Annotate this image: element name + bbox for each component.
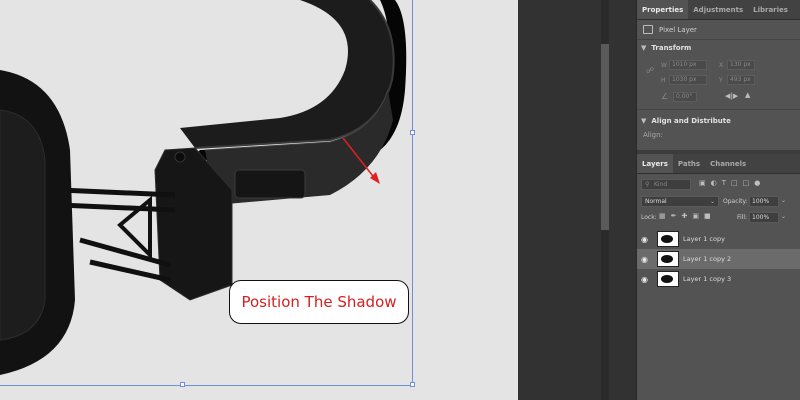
tab-layers[interactable]: Layers (637, 154, 673, 173)
flip-horizontal-icon[interactable]: ◀|▶ (725, 92, 738, 100)
chevron-down-icon[interactable]: ⌄ (781, 213, 786, 220)
blend-mode-select[interactable]: Normal ⌄ (641, 196, 719, 207)
opacity-value: 100% (752, 198, 770, 205)
y-label: Y (719, 77, 723, 84)
transform-handle-bottom-right[interactable] (410, 382, 415, 387)
transform-handle-bottom[interactable] (180, 382, 185, 387)
tab-properties[interactable]: Properties (637, 0, 689, 19)
visibility-eye-icon[interactable]: ◉ (641, 255, 648, 264)
divider (637, 109, 800, 110)
selection-bounds[interactable] (0, 0, 413, 386)
scrollbar-thumb[interactable] (601, 44, 609, 230)
search-icon: ⚲ (645, 181, 650, 188)
y-field[interactable]: 493 px (727, 75, 755, 85)
tab-paths[interactable]: Paths (673, 154, 705, 173)
layer-thumbnail (657, 251, 679, 267)
w-label: W (661, 62, 667, 69)
tab-channels[interactable]: Channels (705, 154, 751, 173)
transform-header[interactable]: ▼ Transform (641, 44, 691, 52)
lock-label: Lock: (641, 214, 657, 221)
layer-type-label: Pixel Layer (659, 25, 697, 34)
lock-artboard-icon[interactable]: ▣ (692, 212, 699, 220)
chevron-down-icon: ⌄ (709, 198, 715, 205)
opacity-field[interactable]: 100% (749, 196, 779, 207)
x-field[interactable]: 130 px (727, 60, 755, 70)
transform-title: Transform (651, 44, 692, 52)
type-filter-icon[interactable]: T (722, 179, 726, 187)
annotation-text: Position The Shadow (241, 293, 397, 311)
shape-filter-icon[interactable]: □ (731, 179, 738, 187)
layer-row[interactable]: ◉ Layer 1 copy 2 (637, 249, 800, 269)
image-filter-icon[interactable]: ▣ (699, 179, 706, 187)
flip-vertical-icon[interactable]: ▲ (745, 91, 750, 99)
properties-tabs: Properties Adjustments Libraries (637, 0, 800, 20)
lock-brush-icon[interactable]: ✒ (671, 212, 677, 220)
filter-icons: ▣ ◐ T □ □ ● (699, 179, 760, 187)
link-icon[interactable]: ☍ (646, 66, 654, 75)
layer-type-row: Pixel Layer (643, 25, 697, 34)
layer-name[interactable]: Layer 1 copy (683, 235, 725, 243)
h-label: H (661, 77, 666, 84)
fill-value: 100% (752, 214, 770, 221)
lock-transparency-icon[interactable]: ▦ (659, 212, 666, 220)
align-header[interactable]: ▼ Align and Distribute (641, 117, 731, 125)
layer-name[interactable]: Layer 1 copy 3 (683, 275, 731, 283)
blend-mode-value: Normal (645, 198, 667, 205)
layer-thumbnail (657, 271, 679, 287)
transform-handle-right[interactable] (410, 130, 415, 135)
lock-all-icon[interactable]: ■ (704, 212, 711, 220)
adjustment-filter-icon[interactable]: ◐ (711, 179, 717, 187)
angle-icon: ∠ (661, 92, 669, 101)
layer-row[interactable]: ◉ Layer 1 copy 3 (637, 269, 800, 289)
pixel-layer-icon (643, 25, 653, 34)
document-canvas[interactable]: Position The Shadow (0, 0, 518, 400)
width-field[interactable]: 1010 px (669, 60, 707, 70)
smart-object-filter-icon[interactable]: □ (743, 179, 750, 187)
angle-field[interactable]: 0.00° (673, 92, 697, 102)
align-title: Align and Distribute (651, 117, 731, 125)
tab-libraries[interactable]: Libraries (748, 0, 793, 19)
layer-row[interactable]: ◉ Layer 1 copy (637, 229, 800, 249)
tab-adjustments[interactable]: Adjustments (688, 0, 748, 19)
layer-name[interactable]: Layer 1 copy 2 (683, 255, 731, 263)
fill-label: Fill: (737, 214, 748, 221)
chevron-down-icon[interactable]: ⌄ (781, 197, 786, 204)
align-label: Align: (643, 131, 663, 139)
visibility-eye-icon[interactable]: ◉ (641, 235, 648, 244)
chevron-down-icon: ▼ (641, 117, 647, 125)
filter-toggle-icon[interactable]: ● (754, 179, 760, 187)
kind-label: Kind (654, 181, 668, 188)
layer-thumbnail (657, 231, 679, 247)
visibility-eye-icon[interactable]: ◉ (641, 275, 648, 284)
layers-tabs: Layers Paths Channels (637, 154, 800, 174)
workspace-gutter (518, 0, 636, 400)
kind-filter[interactable]: ⚲ Kind (641, 179, 691, 190)
right-panel: Properties Adjustments Libraries Pixel L… (636, 0, 800, 400)
lock-move-icon[interactable]: ✚ (682, 212, 688, 220)
annotation-callout: Position The Shadow (229, 280, 409, 324)
x-label: X (719, 62, 724, 69)
fill-field[interactable]: 100% (749, 212, 779, 223)
opacity-label: Opacity: (723, 198, 748, 205)
height-field[interactable]: 1030 px (669, 75, 707, 85)
lock-icons: ▦ ✒ ✚ ▣ ■ (659, 212, 711, 220)
divider (637, 39, 800, 40)
chevron-down-icon: ▼ (641, 44, 647, 52)
